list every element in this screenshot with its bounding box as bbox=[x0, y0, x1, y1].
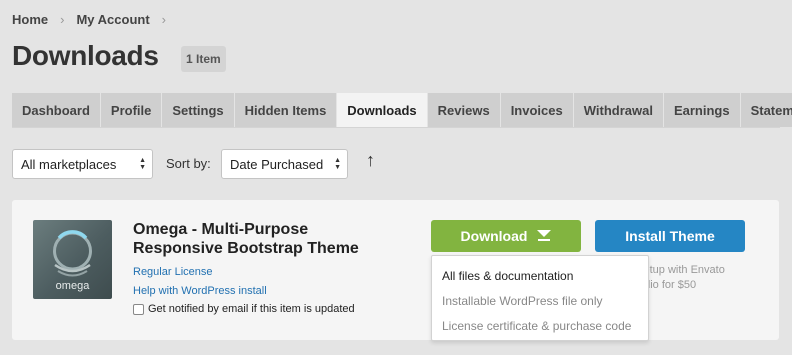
item-thumbnail[interactable]: omega bbox=[33, 220, 112, 299]
marketplace-select[interactable]: All marketplaces ▲ ▼ bbox=[12, 149, 153, 179]
breadcrumb-home-link[interactable]: Home bbox=[12, 12, 48, 27]
tab-settings[interactable]: Settings bbox=[162, 93, 235, 127]
sort-select-value: Date Purchased bbox=[230, 156, 324, 172]
menu-item-wordpress-file[interactable]: Installable WordPress file only bbox=[432, 288, 648, 313]
wordpress-help-link[interactable]: Help with WordPress install bbox=[133, 285, 267, 297]
breadcrumb-account-link[interactable]: My Account bbox=[76, 12, 149, 27]
thumbnail-brand: omega bbox=[55, 280, 90, 292]
menu-item-license-certificate[interactable]: License certificate & purchase code bbox=[432, 313, 648, 338]
install-theme-button[interactable]: Install Theme bbox=[595, 220, 745, 252]
breadcrumb: Home › My Account › bbox=[12, 12, 178, 27]
notify-label: Get notified by email if this item is up… bbox=[148, 303, 355, 315]
tab-earnings[interactable]: Earnings bbox=[663, 93, 741, 127]
arrow-up-icon[interactable]: ↑ bbox=[366, 150, 375, 171]
tabs-divider bbox=[12, 127, 780, 128]
tab-dashboard[interactable]: Dashboard bbox=[12, 93, 101, 127]
tab-reviews[interactable]: Reviews bbox=[427, 93, 501, 127]
menu-item-all-files[interactable]: All files & documentation bbox=[432, 263, 648, 288]
install-note-line1: setup with Envato bbox=[638, 264, 725, 276]
marketplace-select-value: All marketplaces bbox=[21, 156, 117, 172]
regular-license-link[interactable]: Regular License bbox=[133, 266, 213, 278]
install-note-line2: udio for $50 bbox=[638, 279, 697, 291]
tab-hidden-items[interactable]: Hidden Items bbox=[234, 93, 338, 127]
tab-statement[interactable]: Statement bbox=[740, 93, 792, 127]
notify-option: Get notified by email if this item is up… bbox=[133, 303, 355, 315]
account-tabs: Dashboard Profile Settings Hidden Items … bbox=[12, 93, 792, 127]
sort-select[interactable]: Date Purchased ▲ ▼ bbox=[221, 149, 348, 179]
chevron-right-icon: › bbox=[161, 12, 167, 27]
download-button-label: Download bbox=[460, 228, 528, 244]
select-arrows-icon: ▲ ▼ bbox=[139, 157, 146, 171]
download-options-menu: All files & documentation Installable Wo… bbox=[431, 255, 649, 341]
item-count-badge: 1 Item bbox=[181, 46, 226, 72]
notify-checkbox[interactable] bbox=[133, 303, 144, 315]
download-button[interactable]: Download bbox=[431, 220, 581, 252]
tab-invoices[interactable]: Invoices bbox=[500, 93, 574, 127]
select-arrows-icon: ▲ ▼ bbox=[334, 157, 341, 171]
item-title[interactable]: Omega - Multi-Purpose Responsive Bootstr… bbox=[133, 220, 393, 258]
tab-profile[interactable]: Profile bbox=[100, 93, 163, 127]
install-service-note: setup with Envato udio for $50 bbox=[638, 263, 725, 293]
tab-downloads[interactable]: Downloads bbox=[337, 93, 428, 127]
download-item-card: omega Omega - Multi-Purpose Responsive B… bbox=[12, 200, 779, 340]
download-arrow-icon bbox=[537, 230, 552, 242]
tab-withdrawal[interactable]: Withdrawal bbox=[573, 93, 664, 127]
sort-by-label: Sort by: bbox=[166, 156, 211, 171]
chevron-right-icon: › bbox=[60, 12, 65, 27]
page-title: Downloads bbox=[12, 40, 159, 71]
